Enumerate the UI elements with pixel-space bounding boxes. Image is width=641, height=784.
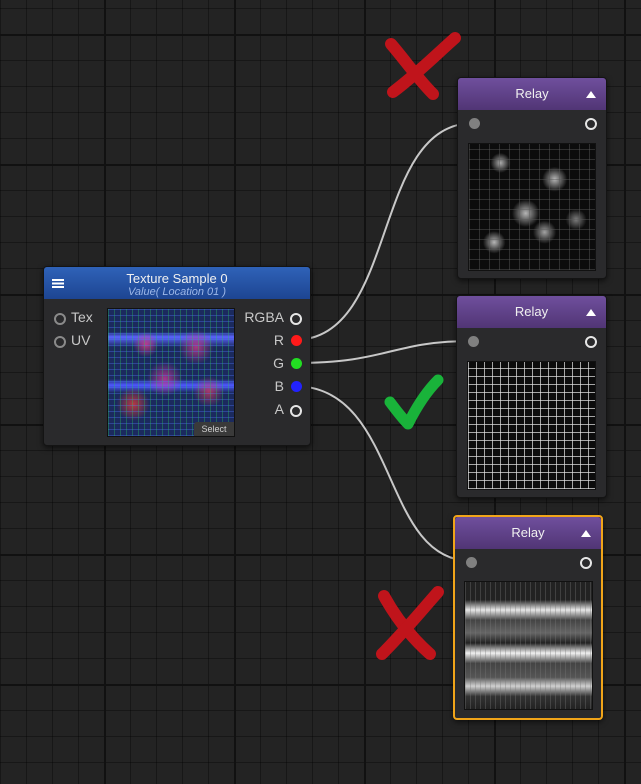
g-output-label: G — [273, 355, 284, 371]
relay-header[interactable]: Relay — [457, 296, 606, 328]
rgba-output-port[interactable] — [290, 313, 302, 325]
relay-preview — [468, 143, 596, 271]
cross-icon — [376, 586, 444, 660]
a-output-label: A — [274, 401, 284, 417]
relay-title: Relay — [511, 525, 545, 540]
tex-input-label: Tex — [71, 309, 93, 325]
relay-input-port[interactable] — [468, 336, 479, 347]
r-output-port[interactable] — [291, 335, 302, 346]
select-texture-button[interactable]: Select — [194, 422, 234, 436]
relay-title: Relay — [514, 304, 549, 319]
relay-header[interactable]: Relay — [458, 78, 606, 110]
wire-g-to-relay-2[interactable] — [293, 340, 474, 364]
uv-input-label: UV — [71, 332, 91, 348]
r-output-label: R — [273, 332, 284, 348]
relay-title: Relay — [515, 86, 549, 101]
relay-output-port[interactable] — [580, 557, 592, 569]
relay-output-port[interactable] — [585, 336, 597, 348]
cross-icon — [385, 32, 461, 100]
rgba-output-label: RGBA — [244, 309, 284, 325]
texture-preview: Select — [107, 308, 235, 437]
wire-r-to-relay-1[interactable] — [293, 122, 475, 341]
node-title: Texture Sample 0 — [126, 271, 228, 286]
relay-input-port[interactable] — [466, 557, 477, 568]
relay-node-3[interactable]: Relay — [453, 515, 603, 720]
texture-node-header[interactable]: Texture Sample 0 Value( Location 01 ) — [44, 267, 310, 299]
relay-node-1[interactable]: Relay — [457, 77, 607, 279]
a-output-port[interactable] — [290, 405, 302, 417]
b-output-label: B — [274, 378, 284, 394]
relay-header[interactable]: Relay — [455, 517, 601, 549]
collapse-icon[interactable] — [586, 309, 596, 316]
relay-node-2[interactable]: Relay — [456, 295, 607, 498]
tex-input-port[interactable] — [54, 313, 66, 325]
node-subtitle: Value( Location 01 ) — [127, 286, 227, 298]
relay-output-port[interactable] — [585, 118, 597, 130]
relay-preview — [464, 581, 593, 710]
g-output-port[interactable] — [291, 358, 302, 369]
uv-input-port[interactable] — [54, 336, 66, 348]
collapse-icon[interactable] — [586, 91, 596, 98]
collapse-icon[interactable] — [581, 530, 591, 537]
b-output-port[interactable] — [291, 381, 302, 392]
texture-sample-node[interactable]: Texture Sample 0 Value( Location 01 ) Te… — [43, 266, 311, 446]
relay-preview — [467, 361, 596, 490]
relay-input-port[interactable] — [469, 118, 480, 129]
check-icon — [384, 374, 444, 430]
